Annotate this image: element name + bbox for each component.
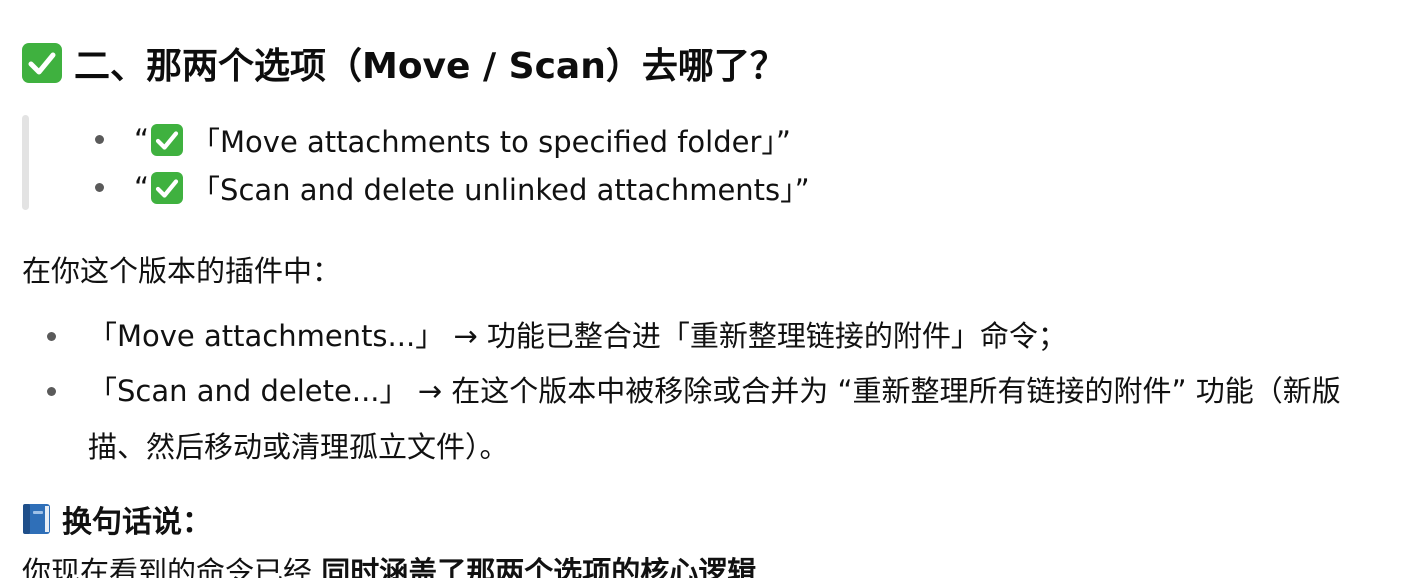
quote-item-label: 「Move attachments to specified folder」”: [191, 125, 791, 159]
list-bullet: [47, 332, 56, 341]
open-quote: “: [134, 171, 150, 205]
quote-item-label: 「Scan and delete unlinked attachments」”: [191, 173, 810, 207]
summary-bold: 同时涵盖了那两个选项的核心逻辑: [321, 555, 757, 578]
quote-item: “ 「Move attachments to specified folder」…: [134, 120, 791, 160]
list-item: 「Move attachments...」 → 功能已整合进「重新整理链接的附件…: [88, 319, 1067, 353]
quote-bullet: [95, 183, 104, 192]
check-mark-icon: [22, 43, 62, 83]
quote-item: “ 「Scan and delete unlinked attachments」…: [134, 168, 810, 208]
list-item: 「Scan and delete...」 → 在这个版本中被移除或合并为 “重新…: [88, 374, 1341, 408]
open-quote: “: [134, 123, 150, 157]
list-bullet: [47, 387, 56, 396]
sub-heading-text: 换句话说：: [62, 505, 212, 540]
quote-bullet: [95, 135, 104, 144]
blockquote-bar: [22, 115, 29, 210]
blue-book-icon: [22, 503, 52, 535]
section-heading: 二、那两个选项（Move / Scan）去哪了？: [22, 36, 786, 90]
list-item-continuation: 描、然后移动或清理孤立文件）。: [88, 430, 509, 464]
check-mark-icon: [151, 172, 184, 204]
summary-prefix: 你现在看到的命令已经: [22, 555, 322, 578]
sub-heading: 换句话说：: [22, 498, 212, 540]
check-mark-icon: [151, 124, 184, 156]
summary-paragraph: 你现在看到的命令已经 同时涵盖了那两个选项的核心逻辑: [22, 552, 756, 578]
heading-text: 二、那两个选项（Move / Scan）去哪了？: [74, 46, 786, 87]
intro-paragraph: 在你这个版本的插件中：: [22, 254, 342, 288]
